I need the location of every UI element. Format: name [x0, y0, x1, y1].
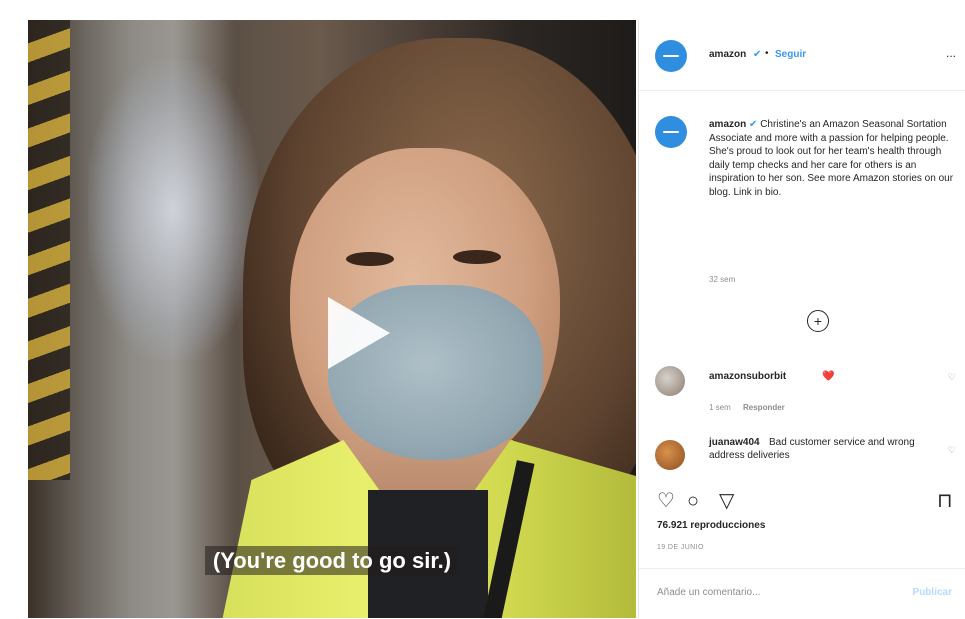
- heart-icon[interactable]: ♡: [657, 488, 675, 514]
- avatar[interactable]: [655, 40, 687, 72]
- caption-text: Christine's an Amazon Seasonal Sortation…: [709, 119, 954, 198]
- post-date: 19 DE JUNIO: [657, 544, 704, 551]
- background-light: [88, 60, 258, 360]
- comment-input[interactable]: Añade un comentario...: [657, 587, 760, 598]
- comment-avatar[interactable]: [655, 440, 685, 470]
- video-player[interactable]: (You're good to go sir.): [28, 20, 636, 618]
- comment-time: 1 sem: [709, 403, 731, 412]
- person-eye: [453, 250, 501, 264]
- comment-like-icon[interactable]: ♡: [948, 445, 956, 456]
- comment-text: Bad customer service and wrong address d…: [709, 437, 915, 461]
- publish-button[interactable]: Publicar: [913, 587, 952, 598]
- verified-badge-icon: ✔: [749, 119, 758, 130]
- play-icon[interactable]: [328, 297, 390, 369]
- post-header: amazon ✔ • Seguir ...: [639, 20, 965, 91]
- separator-dot: •: [765, 48, 769, 59]
- views-count[interactable]: 76.921 reproducciones: [657, 520, 765, 531]
- video-subtitle: (You're good to go sir.): [28, 546, 636, 575]
- comment-avatar[interactable]: [655, 366, 685, 396]
- share-icon[interactable]: ▽: [719, 488, 734, 514]
- video-subtitle-text: (You're good to go sir.): [204, 546, 460, 575]
- follow-button[interactable]: Seguir: [775, 49, 806, 60]
- comment-bar: Añade un comentario... Publicar: [639, 568, 965, 619]
- background-stripes: [28, 20, 70, 480]
- verified-badge-icon: ✔: [753, 49, 762, 60]
- comment-username[interactable]: amazonsuborbit: [709, 370, 786, 383]
- comment-like-icon[interactable]: ♡: [948, 372, 956, 383]
- caption-time: 32 sem: [709, 275, 736, 284]
- post-sidebar: amazon ✔ • Seguir ... amazon ✔ Christine…: [638, 20, 965, 618]
- plus-circle-icon[interactable]: +: [807, 310, 829, 332]
- caption-username[interactable]: amazon: [709, 119, 746, 130]
- comment-text: ❤️: [822, 371, 835, 382]
- person-eye: [346, 252, 394, 266]
- header-username[interactable]: amazon: [709, 49, 746, 60]
- more-options-icon[interactable]: ...: [946, 46, 956, 60]
- post-caption: amazon ✔ Christine's an Amazon Seasonal …: [709, 118, 959, 200]
- reply-button[interactable]: Responder: [743, 403, 785, 412]
- bookmark-icon[interactable]: ⊓: [937, 488, 953, 514]
- action-bar: ♡ ○ ▽ ⊓: [657, 488, 957, 514]
- caption-avatar[interactable]: [655, 116, 687, 148]
- comment-icon[interactable]: ○: [687, 488, 699, 514]
